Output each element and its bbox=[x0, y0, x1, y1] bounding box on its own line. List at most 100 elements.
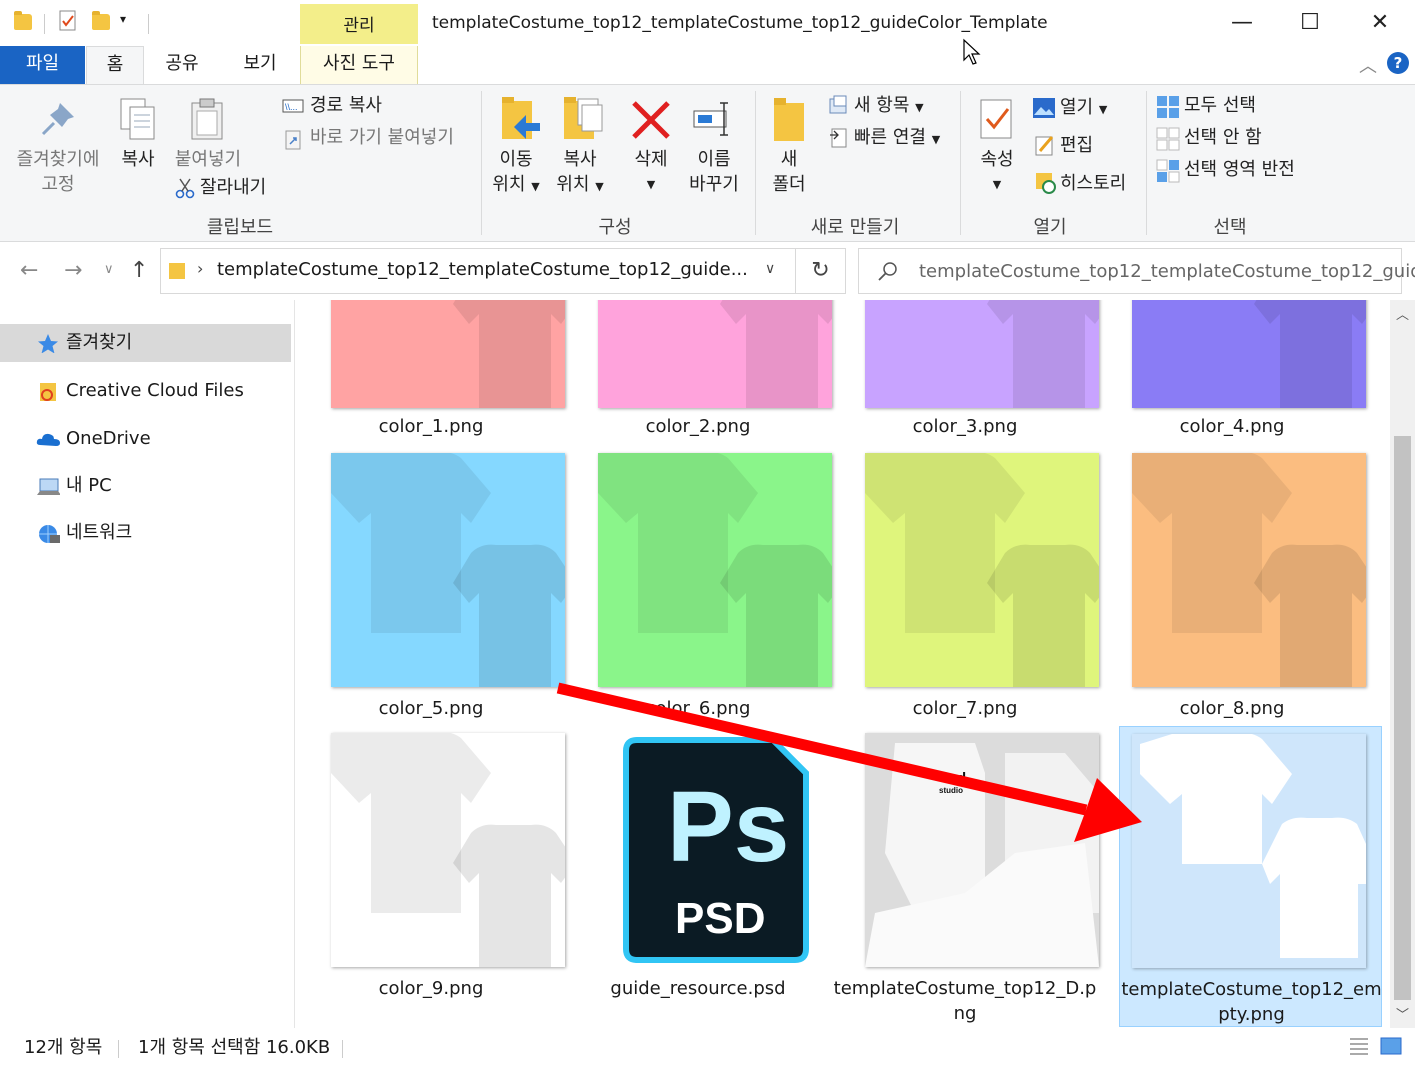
nav-item-quick-access[interactable]: 즐겨찾기 bbox=[0, 324, 291, 362]
scrollbar-thumb[interactable] bbox=[1394, 436, 1411, 1000]
refresh-icon[interactable]: ↻ bbox=[796, 248, 846, 294]
address-dropdown-icon[interactable]: ∨ bbox=[765, 261, 775, 277]
move-label-line2: 위치 bbox=[492, 174, 526, 195]
details-view-icon[interactable] bbox=[1348, 1036, 1370, 1056]
selection-info: 1개 항목 선택함 16.0KB bbox=[138, 1037, 331, 1058]
rename-label-line1: 이름 bbox=[697, 149, 731, 170]
pin-quick-access-button[interactable]: 즐겨찾기에 고정 bbox=[10, 147, 106, 197]
copy-path-button[interactable]: 경로 복사 bbox=[310, 93, 382, 118]
folder-icon[interactable] bbox=[12, 10, 32, 32]
qat-dropdown-icon[interactable]: ▾ bbox=[120, 12, 126, 26]
group-label-organize: 구성 bbox=[598, 217, 632, 238]
vertical-scrollbar[interactable]: ︿ ﹀ bbox=[1390, 300, 1415, 1028]
scroll-up-icon[interactable]: ︿ bbox=[1396, 304, 1409, 323]
title-bar: ▾ 관리 templateCostume_top12_templateCostu… bbox=[0, 0, 1415, 65]
nav-item-this-pc[interactable]: 내 PC bbox=[0, 467, 291, 505]
nav-item-network[interactable]: 네트워크 bbox=[0, 514, 291, 552]
delete-x-icon bbox=[632, 101, 670, 139]
nav-label: 네트워크 bbox=[66, 522, 133, 543]
open-button[interactable]: 열기 ▼ bbox=[1060, 95, 1107, 122]
folder-icon bbox=[169, 263, 185, 279]
cut-button[interactable]: 잘라내기 bbox=[200, 175, 266, 200]
select-all-icon bbox=[1157, 96, 1179, 118]
dropdown-arrow-icon: ▼ bbox=[992, 178, 1002, 191]
easy-access-button[interactable]: 빠른 연결 ▼ bbox=[854, 125, 940, 152]
new-folder-icon[interactable] bbox=[90, 10, 110, 32]
large-icons-view-icon[interactable] bbox=[1380, 1036, 1402, 1056]
help-icon[interactable]: ? bbox=[1387, 52, 1409, 74]
tab-photo-tools[interactable]: 사진 도구 bbox=[300, 46, 418, 84]
copy-to-label-line2: 위치 bbox=[556, 174, 590, 195]
annotation-arrow bbox=[556, 682, 1142, 842]
new-item-button[interactable]: 새 항목 ▼ bbox=[854, 93, 924, 120]
history-button[interactable]: 히스토리 bbox=[1060, 171, 1126, 196]
move-to-icon bbox=[502, 97, 540, 139]
maximize-button[interactable]: ☐ bbox=[1290, 8, 1330, 38]
svg-text:\\...: \\... bbox=[285, 102, 298, 112]
dropdown-arrow-icon: ▼ bbox=[646, 178, 656, 191]
scissors-icon bbox=[175, 178, 195, 199]
back-arrow-icon[interactable]: ← bbox=[20, 258, 38, 283]
copy-button[interactable]: 복사 bbox=[112, 147, 164, 172]
tab-share[interactable]: 공유 bbox=[152, 46, 212, 84]
nav-label: 내 PC bbox=[66, 475, 112, 496]
new-folder-button[interactable]: 새 폴더 bbox=[766, 147, 812, 197]
nav-item-creative-cloud[interactable]: Creative Cloud Files bbox=[0, 372, 291, 410]
group-label-clipboard: 클립보드 bbox=[206, 217, 274, 238]
minimize-button[interactable]: — bbox=[1222, 8, 1262, 38]
address-path: templateCostume_top12_templateCostume_to… bbox=[217, 259, 748, 280]
easy-access-icon bbox=[830, 128, 847, 148]
rename-label-line2: 바꾸기 bbox=[689, 174, 739, 195]
group-label-open: 열기 bbox=[1033, 217, 1067, 238]
move-to-button[interactable]: 이동 위치 ▼ bbox=[488, 147, 544, 199]
forward-arrow-icon[interactable]: → bbox=[64, 258, 82, 283]
recent-locations-chevron-icon[interactable]: ∨ bbox=[104, 262, 114, 277]
invert-selection-button[interactable]: 선택 영역 반전 bbox=[1184, 157, 1295, 182]
select-none-button[interactable]: 선택 안 함 bbox=[1184, 125, 1262, 150]
close-button[interactable]: ✕ bbox=[1360, 8, 1400, 38]
dropdown-arrow-icon: ▼ bbox=[531, 180, 540, 193]
properties-check-icon[interactable] bbox=[58, 10, 78, 32]
properties-button[interactable]: 속성 ▼ bbox=[970, 147, 1024, 197]
status-bar: 12개 항목 1개 항목 선택함 16.0KB bbox=[0, 1028, 1415, 1065]
tab-file[interactable]: 파일 bbox=[0, 46, 85, 84]
open-label: 열기 bbox=[1060, 97, 1094, 118]
address-bar[interactable]: › templateCostume_top12_templateCostume_… bbox=[160, 248, 796, 294]
pin-icon bbox=[41, 103, 74, 136]
context-tab-manage[interactable]: 관리 bbox=[300, 4, 418, 44]
scroll-down-icon[interactable]: ﹀ bbox=[1396, 1004, 1409, 1023]
pin-label-line2: 고정 bbox=[41, 174, 75, 195]
collapse-ribbon-icon[interactable]: ︿ bbox=[1359, 52, 1377, 78]
search-box[interactable]: templateCostume_top12_templateCostume_to… bbox=[858, 248, 1415, 294]
navigation-pane: 즐겨찾기 Creative Cloud Files OneDrive 내 PC … bbox=[0, 300, 295, 1028]
breadcrumb-separator-icon: › bbox=[197, 259, 204, 278]
paste-button[interactable]: 붙여넣기 bbox=[170, 147, 246, 172]
copy-to-button[interactable]: 복사 위치 ▼ bbox=[550, 147, 610, 199]
rename-button[interactable]: 이름 바꾸기 bbox=[684, 147, 744, 197]
ribbon-tab-bar: 파일 홈 공유 보기 사진 도구 ︿ ? bbox=[0, 46, 1415, 85]
edit-button[interactable]: 편집 bbox=[1060, 133, 1093, 158]
tab-home[interactable]: 홈 bbox=[86, 46, 144, 85]
search-input[interactable]: templateCostume_top12_templateCostume_to… bbox=[919, 261, 1415, 282]
move-label-line1: 이동 bbox=[499, 149, 533, 170]
properties-icon bbox=[980, 99, 1012, 139]
select-all-button[interactable]: 모두 선택 bbox=[1184, 93, 1256, 118]
item-count: 12개 항목 bbox=[24, 1037, 103, 1058]
history-icon bbox=[1036, 173, 1056, 194]
tab-view[interactable]: 보기 bbox=[230, 46, 290, 84]
dropdown-arrow-icon: ▼ bbox=[931, 133, 941, 146]
paste-shortcut-button[interactable]: 바로 가기 붙여넣기 bbox=[310, 125, 454, 150]
nav-label: Creative Cloud Files bbox=[66, 380, 244, 401]
delete-button[interactable]: 삭제 ▼ bbox=[624, 147, 678, 197]
group-divider bbox=[960, 91, 961, 235]
new-item-icon bbox=[829, 95, 847, 114]
star-icon bbox=[38, 334, 58, 353]
network-icon bbox=[39, 525, 60, 543]
onedrive-cloud-icon bbox=[36, 433, 60, 446]
up-arrow-icon[interactable]: ↑ bbox=[130, 258, 148, 283]
file-list: color_1.png color_2.png color_3.png colo… bbox=[296, 300, 1390, 1028]
invert-selection-icon bbox=[1156, 159, 1180, 183]
nav-item-onedrive[interactable]: OneDrive bbox=[0, 420, 291, 458]
group-divider bbox=[481, 91, 482, 235]
properties-label: 속성 bbox=[980, 149, 1014, 170]
